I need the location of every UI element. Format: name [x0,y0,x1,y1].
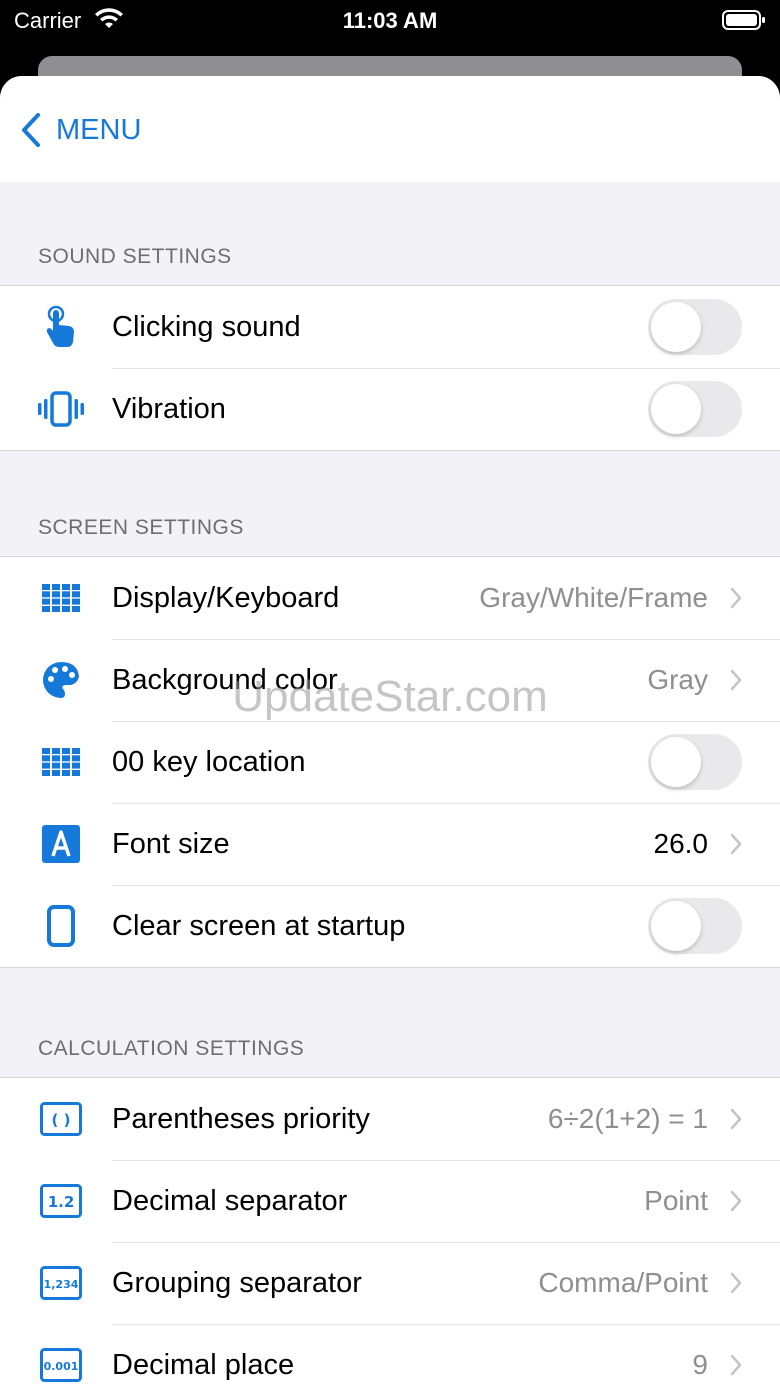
settings-row-value: 26.0 [653,828,709,859]
settings-row-label: 00 key location [112,745,306,778]
settings-row-clear-screen[interactable]: Clear screen at startup [0,885,780,967]
settings-row-vibration[interactable]: Vibration [0,368,780,450]
chevron-right-icon [730,1272,742,1294]
decimal-separator-icon: 1.2 [38,1178,84,1224]
decimal-place-icon: 0.001 [38,1342,84,1387]
chevron-right-icon [730,1354,742,1376]
palette-icon [38,657,84,703]
settings-row-decimal-place[interactable]: 0.001 Decimal place 9 [0,1324,780,1387]
settings-sheet: MENU SOUND SETTINGS Clicking sound Vibra… [0,76,780,1387]
toggle-knob [651,901,701,951]
icon-label: 1,234 [44,1278,79,1291]
vibration-icon [38,386,84,432]
settings-row-label: Decimal place [112,1348,295,1381]
chevron-right-icon [730,1108,742,1130]
chevron-right-icon [730,669,742,691]
icon-label: 1.2 [48,1193,75,1211]
status-bar: Carrier 11:03 AM [0,0,780,60]
settings-row-value: 9 [692,1349,708,1380]
phone-screen-icon [38,903,84,949]
settings-row-label: Clicking sound [112,310,301,343]
settings-row-value: Gray/White/Frame [479,582,708,613]
settings-row-value: Gray [647,664,708,695]
chevron-right-icon [730,587,742,609]
navigation-bar: MENU [0,76,780,182]
screen-settings-group: Display/Keyboard Gray/White/Frame Backgr… [0,556,780,968]
calculation-settings-group: ( ) Parentheses priority 6÷2(1+2) = 1 1.… [0,1077,780,1387]
back-label: MENU [56,113,142,146]
toggle-knob [651,384,701,434]
settings-row-value: 6÷2(1+2) = 1 [547,1103,708,1134]
settings-row-background-color[interactable]: Background color Gray [0,639,780,721]
settings-row-decimal-separator[interactable]: 1.2 Decimal separator Point [0,1160,780,1242]
settings-row-display-keyboard[interactable]: Display/Keyboard Gray/White/Frame [0,557,780,639]
settings-row-label: Clear screen at startup [112,909,406,942]
settings-row-clicking-sound[interactable]: Clicking sound [0,286,780,368]
font-a-icon [38,821,84,867]
section-header-calculation: CALCULATION SETTINGS [38,1037,305,1060]
settings-row-parentheses-priority[interactable]: ( ) Parentheses priority 6÷2(1+2) = 1 [0,1078,780,1160]
tap-finger-icon [38,304,84,350]
settings-row-label: Font size [112,827,230,860]
settings-row-label: Display/Keyboard [112,581,340,614]
grouping-separator-icon: 1,234 [38,1260,84,1306]
keypad-grid-icon [38,575,84,621]
chevron-right-icon [730,833,742,855]
sound-settings-group: Clicking sound Vibration [0,285,780,451]
clicking-sound-toggle[interactable] [648,299,742,355]
clear-screen-toggle[interactable] [648,898,742,954]
settings-row-label: Parentheses priority [112,1102,370,1135]
chevron-right-icon [730,1190,742,1212]
vibration-toggle[interactable] [648,381,742,437]
settings-row-00-key-location[interactable]: 00 key location [0,721,780,803]
settings-row-label: Grouping separator [112,1266,362,1299]
clock-time: 11:03 AM [342,8,438,33]
00-key-location-toggle[interactable] [648,734,742,790]
icon-label: 0.001 [44,1360,79,1373]
icon-label: ( ) [52,1111,71,1129]
settings-row-grouping-separator[interactable]: 1,234 Grouping separator Comma/Point [0,1242,780,1324]
section-header-screen: SCREEN SETTINGS [38,516,244,539]
battery-icon [722,9,766,37]
parentheses-icon: ( ) [38,1096,84,1142]
settings-row-label: Vibration [112,392,226,425]
toggle-knob [651,737,701,787]
chevron-left-icon [22,113,40,147]
keypad-grid-icon [38,739,84,785]
back-button[interactable]: MENU [20,108,141,152]
settings-row-value: Point [644,1185,708,1216]
settings-row-label: Background color [112,663,338,696]
settings-row-label: Decimal separator [112,1184,348,1217]
toggle-knob [651,302,701,352]
section-header-sound: SOUND SETTINGS [38,245,232,268]
settings-row-value: Comma/Point [538,1267,708,1298]
settings-row-font-size[interactable]: Font size 26.0 [0,803,780,885]
